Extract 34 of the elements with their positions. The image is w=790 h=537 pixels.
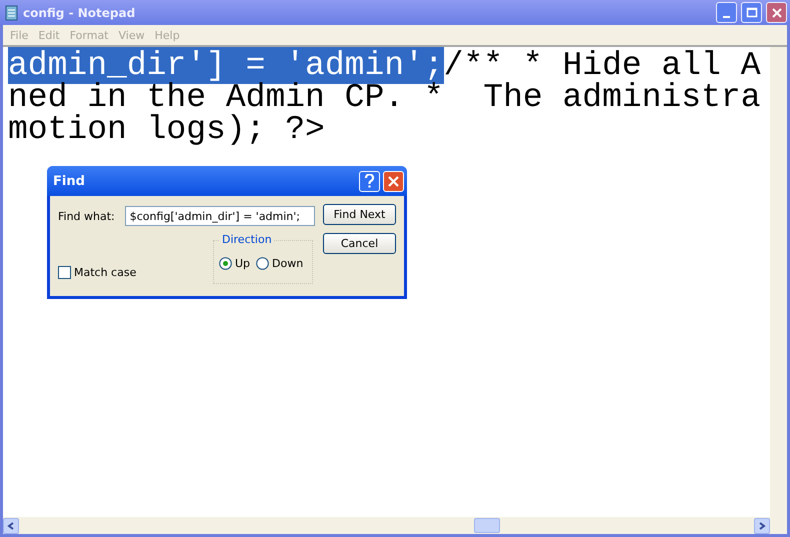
radio-button[interactable] [219,257,232,270]
minimize-icon [723,16,730,18]
checkbox[interactable] [58,266,71,279]
menu-item[interactable]: View [114,28,150,42]
scroll-left-button[interactable] [3,518,19,534]
window-title: config - Notepad [23,6,136,20]
close-button[interactable] [766,2,787,23]
find-what-label: Find what: [58,210,115,222]
radio-label: Up [235,257,250,270]
vertical-scrollbar[interactable] [770,47,787,534]
checkbox-label: Match case [74,266,136,279]
notepad-icon [3,4,19,20]
menu-item[interactable]: Edit [33,28,65,42]
dialog-title: Find [53,174,86,188]
question-icon [364,174,375,188]
menu-item[interactable]: Format [64,28,114,42]
maximize-button[interactable] [741,2,762,23]
text-line: motion logs); ?> [8,111,325,148]
find-next-button[interactable]: Find Next [323,204,396,225]
minimize-button[interactable] [716,2,737,23]
horizontal-scrollbar[interactable] [3,517,770,534]
direction-label: Direction [220,233,274,246]
menu-item[interactable]: File [5,28,34,42]
scroll-right-button[interactable] [754,518,770,534]
radio-button[interactable] [256,257,270,270]
close-icon [770,6,782,18]
help-button[interactable] [359,170,380,192]
find-what-field[interactable]: $config['admin_dir'] = 'admin'; [124,206,315,226]
menu-item[interactable]: Help [150,28,185,42]
radio-label: Down [272,257,304,270]
scroll-thumb[interactable] [474,518,500,533]
maximize-icon [746,6,758,18]
close-icon [388,176,399,186]
cancel-button[interactable]: Cancel [323,233,396,254]
